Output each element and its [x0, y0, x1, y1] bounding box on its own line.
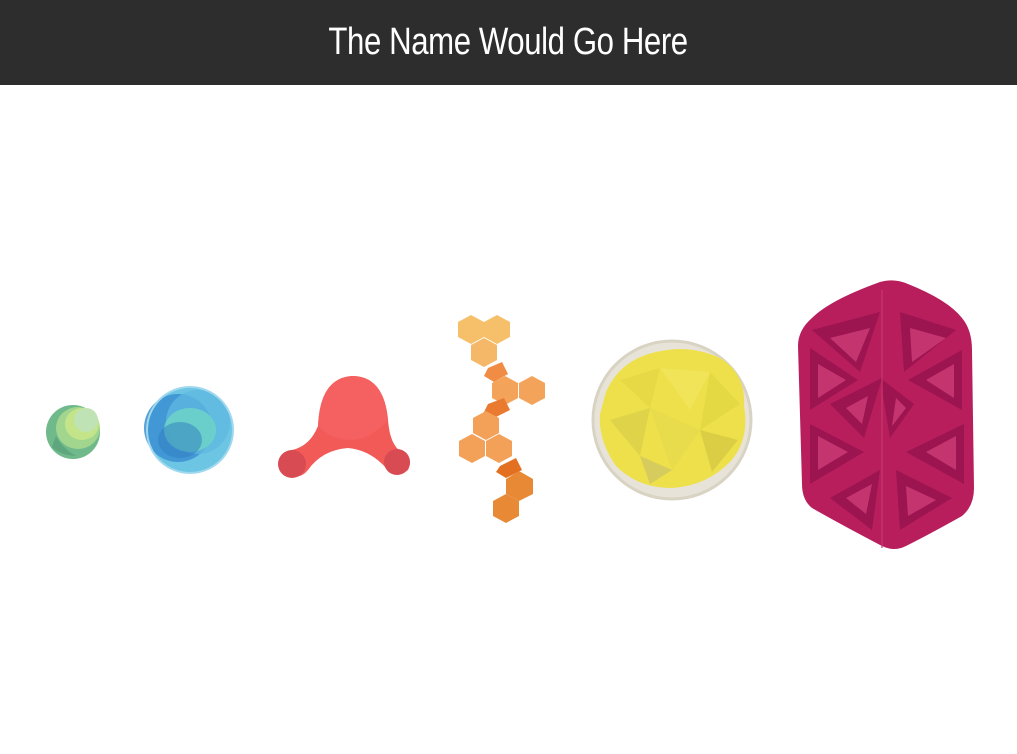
page-title: The Name Would Go Here — [328, 21, 689, 63]
blue-sphere-icon — [144, 386, 234, 474]
green-sphere-icon — [46, 405, 100, 459]
shapes-stage — [0, 85, 1017, 754]
shapes-canvas — [46, 280, 974, 549]
yellow-sphere-icon — [591, 339, 753, 501]
header-bar: The Name Would Go Here — [0, 0, 1017, 85]
orange-hexagon-chain-icon — [458, 315, 545, 523]
coral-blob-icon — [278, 376, 410, 478]
magenta-triangle-cell-icon — [798, 280, 974, 549]
